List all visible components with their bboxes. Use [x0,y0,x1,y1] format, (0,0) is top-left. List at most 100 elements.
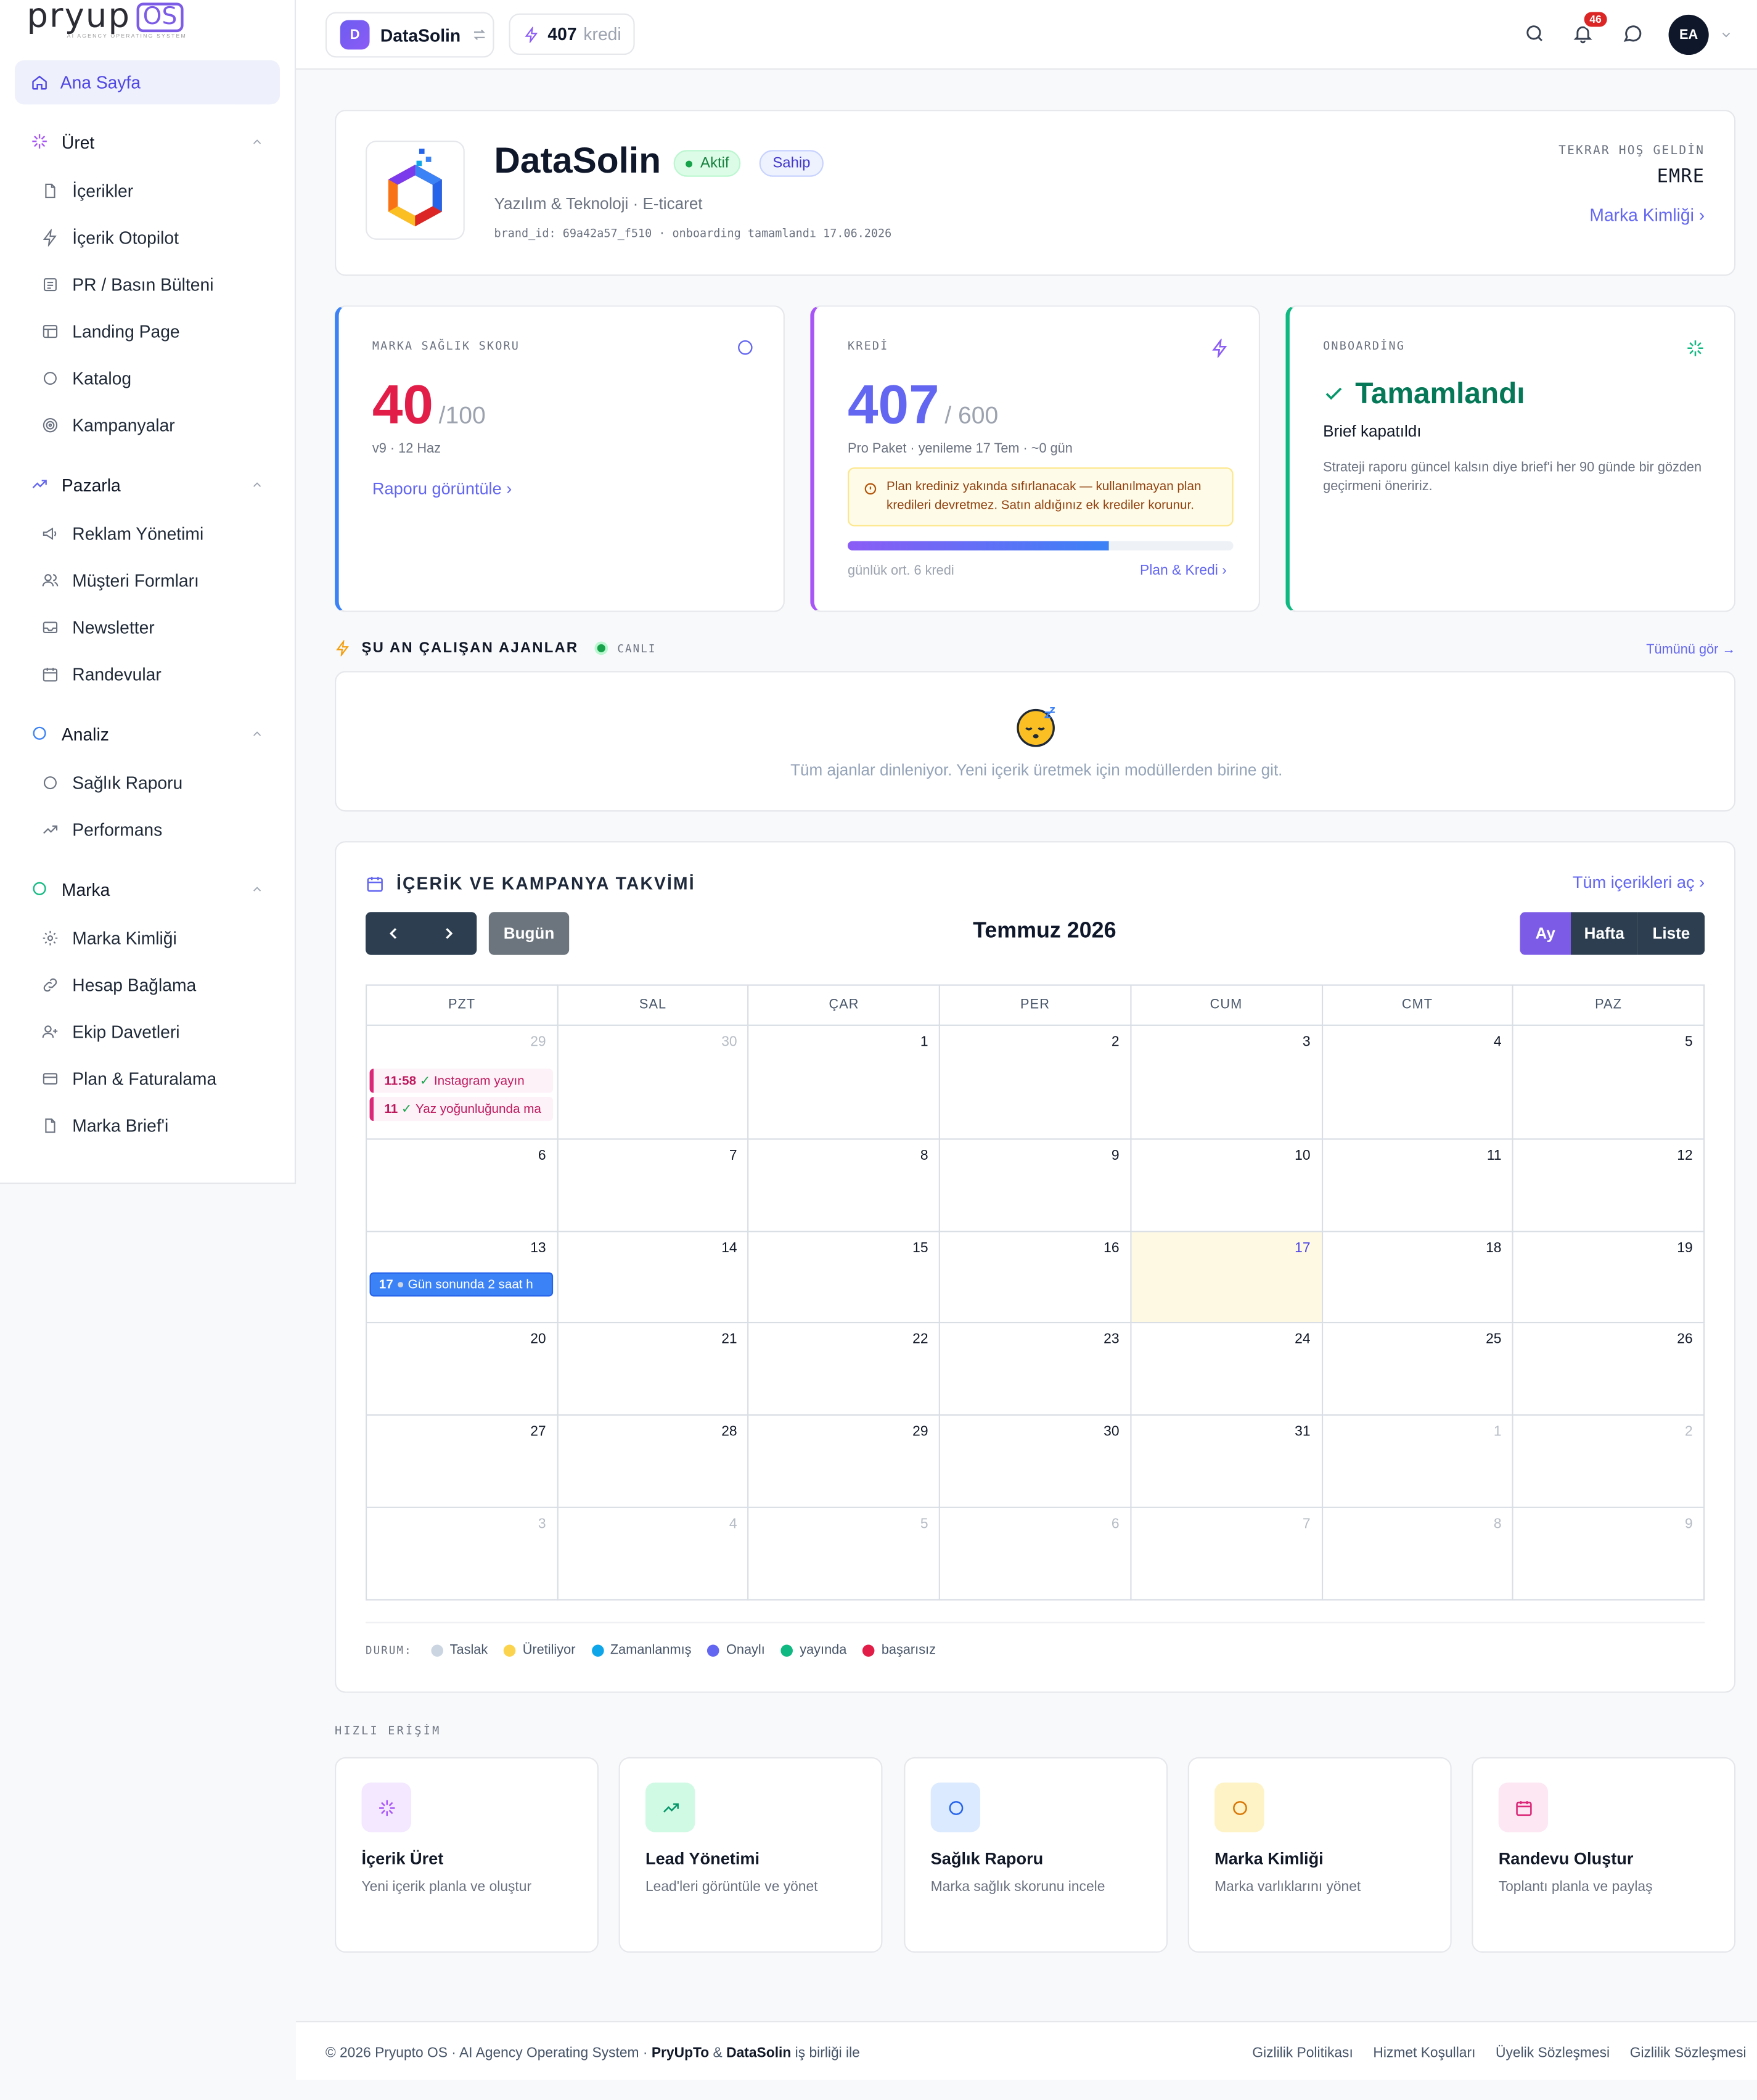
sidebar-item-otopilot[interactable]: İçerik Otopilot [40,215,179,260]
sidebar-item-landing[interactable]: Landing Page [40,308,180,354]
calendar-event[interactable]: 17 ● Gün sonunda 2 saat h [369,1272,554,1297]
sidebar-item-icerikler[interactable]: İçerikler [40,168,133,213]
calendar-day-cell[interactable]: 25 [1321,1321,1514,1416]
calendar-day-cell[interactable]: 5 [1512,1024,1705,1140]
quick-card-leads[interactable]: Lead Yönetimi Lead'leri görüntüle ve yön… [618,1757,883,1953]
footer-link-privacy-agreement[interactable]: Gizlilik Sözleşmesi [1630,2045,1747,2061]
avatar[interactable]: EA [1668,14,1709,55]
see-all-link[interactable]: Tümünü gör → [1646,643,1735,658]
calendar-day-cell[interactable]: 1 [747,1024,941,1140]
sidebar-item-reklam[interactable]: Reklam Yönetimi [40,511,203,556]
calendar-day-cell[interactable]: 23 [938,1321,1132,1416]
calendar-day-cell[interactable]: 9 [938,1138,1132,1233]
view-report-link[interactable]: Raporu görüntüle › [372,480,512,498]
calendar-day-cell[interactable]: 24 [1129,1321,1323,1416]
calendar-day-cell[interactable]: 5 [747,1506,941,1601]
calendar-day-cell[interactable]: 4 [556,1506,750,1601]
footer-link-membership[interactable]: Üyelik Sözleşmesi [1496,2045,1610,2061]
calendar-day-cell[interactable]: 11 [1321,1138,1514,1233]
calendar-day-cell[interactable]: 8 [1321,1506,1514,1601]
live-dot [594,641,608,655]
calendar-day-cell[interactable]: 3 [1129,1024,1323,1140]
credit-pill[interactable]: 407 kredi [509,13,635,55]
calendar-day-cell[interactable]: 14 [556,1231,750,1324]
calendar-day-cell[interactable]: 6 [938,1506,1132,1601]
sidebar-group-marka[interactable]: Marka [15,869,280,909]
quick-card-health[interactable]: Sağlık Raporu Marka sağlık skorunu incel… [904,1757,1168,1953]
calendar-day-cell[interactable]: 6 [366,1138,559,1233]
sidebar-group-uret[interactable]: Üret [15,122,280,162]
quick-card-identity[interactable]: Marka Kimliği Marka varlıklarını yönet [1187,1757,1452,1953]
view-list-button[interactable]: Liste [1637,912,1705,955]
brand-identity-link[interactable]: Marka Kimliği › [1589,205,1705,225]
chevron-down-icon[interactable] [1719,28,1733,42]
calendar-day-cell[interactable]: 26 [1512,1321,1705,1416]
calendar-day-cell[interactable]: 3 [366,1506,559,1601]
sidebar-group-pazarla[interactable]: Pazarla [15,465,280,505]
calendar-day-cell[interactable]: 8 [747,1138,941,1233]
sidebar-item-hesap-baglama[interactable]: Hesap Bağlama [40,962,196,1007]
calendar-day-cell[interactable]: 13 17 ● Gün sonunda 2 saat h [366,1231,559,1324]
sidebar-item-performans[interactable]: Performans [40,806,162,852]
search-icon[interactable] [1524,23,1546,44]
footer-link-terms[interactable]: Hizmet Koşulları [1373,2045,1475,2061]
calendar-day-cell[interactable]: 7 [556,1138,750,1233]
calendar-day-cell[interactable]: 4 [1321,1024,1514,1140]
footer-link-privacy[interactable]: Gizlilik Politikası [1252,2045,1353,2061]
view-week-button[interactable]: Hafta [1570,912,1638,955]
calendar-day-cell[interactable]: 1 [1321,1414,1514,1508]
calendar-day-cell[interactable]: 19 [1512,1231,1705,1324]
calendar-day-cell[interactable]: 21 [556,1321,750,1416]
calendar-event[interactable]: 11:58 ✓ Instagram yayın [369,1068,554,1093]
sidebar-item-home[interactable]: Ana Sayfa [14,60,280,105]
sidebar-item-formlar[interactable]: Müşteri Formları [40,557,199,603]
top-bar: D DataSolin 407 kredi 46 EA [296,0,1757,70]
calendar-day-cell[interactable]: 27 [366,1414,559,1508]
sidebar-item-label: PR / Basın Bülteni [72,274,214,294]
warning-text: Plan krediniz yakında sıfırlanacak — kul… [886,479,1202,513]
calendar-day-cell-today[interactable]: 17 [1129,1231,1323,1324]
sparkle-icon [1686,339,1705,358]
view-month-button[interactable]: Ay [1520,912,1571,955]
calendar-day-cell[interactable]: 30 [938,1414,1132,1508]
chat-icon[interactable] [1622,23,1644,44]
sidebar-item-kampanyalar[interactable]: Kampanyalar [40,402,175,448]
calendar-day-cell[interactable]: 18 [1321,1231,1514,1324]
app-logo[interactable]: pryup OS AI AGENCY OPERATING SYSTEM [27,0,185,43]
calendar-day-cell[interactable]: 12 [1512,1138,1705,1233]
calendar-day-cell[interactable]: 15 [747,1231,941,1324]
calendar-day-cell[interactable]: 7 [1129,1506,1323,1601]
credit-warning: Plan krediniz yakında sıfırlanacak — kul… [848,467,1234,527]
quick-card-appointment[interactable]: Randevu Oluştur Toplantı planla ve payla… [1472,1757,1736,1953]
weekday-header: PAZ [1512,984,1705,1026]
calendar-day-cell[interactable]: 20 [366,1321,559,1416]
brand-switcher[interactable]: D DataSolin [325,12,494,58]
brand-switcher-label: DataSolin [380,25,461,45]
sidebar-item-pr[interactable]: PR / Basın Bülteni [40,261,213,307]
calendar-day-cell[interactable]: 16 [938,1231,1132,1324]
calendar-day-cell[interactable]: 29 [747,1414,941,1508]
calendar-day-cell[interactable]: 22 [747,1321,941,1416]
calendar-day-cell[interactable]: 31 [1129,1414,1323,1508]
sidebar-item-newsletter[interactable]: Newsletter [40,604,155,650]
open-all-content-link[interactable]: Tüm içerikleri aç › [1573,873,1705,892]
calendar-day-cell[interactable]: 10 [1129,1138,1323,1233]
sidebar-item-plan[interactable]: Plan & Faturalama [40,1056,216,1101]
day-number: 29 [530,1033,546,1051]
sidebar-item-katalog[interactable]: Katalog [40,355,131,401]
sidebar-item-brief[interactable]: Marka Brief'i [40,1102,168,1148]
quick-card-content[interactable]: İçerik Üret Yeni içerik planla ve oluştu… [335,1757,599,1953]
plan-credit-link[interactable]: Plan & Kredi › [1140,562,1227,578]
sidebar-item-randevular[interactable]: Randevular [40,651,162,697]
sidebar-item-saglik[interactable]: Sağlık Raporu [40,760,182,805]
calendar-day-cell[interactable]: 2 [938,1024,1132,1140]
sidebar-group-analiz[interactable]: Analiz [15,714,280,754]
calendar-event[interactable]: 11 ✓ Yaz yoğunluğunda ma [369,1097,554,1122]
calendar-day-cell[interactable]: 9 [1512,1506,1705,1601]
calendar-day-cell[interactable]: 29 11:58 ✓ Instagram yayın 11 ✓ Yaz yoğu… [366,1024,559,1140]
calendar-day-cell[interactable]: 28 [556,1414,750,1508]
sidebar-item-ekip[interactable]: Ekip Davetleri [40,1009,180,1054]
sidebar-item-marka-kimligi[interactable]: Marka Kimliği [40,915,177,961]
calendar-day-cell[interactable]: 30 [556,1024,750,1140]
calendar-day-cell[interactable]: 2 [1512,1414,1705,1508]
